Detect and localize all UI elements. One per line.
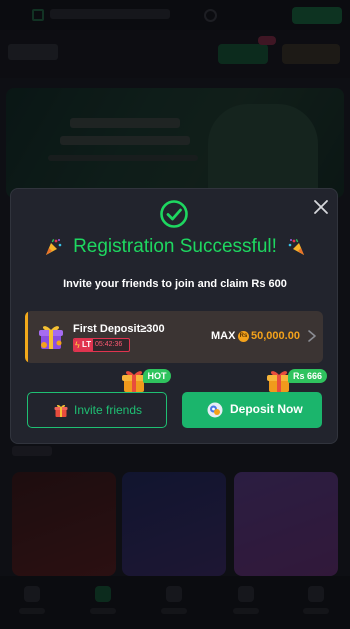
hot-badge: HOT bbox=[143, 369, 171, 383]
gift-box-icon bbox=[39, 326, 63, 349]
chevron-right-icon bbox=[308, 330, 316, 342]
close-icon bbox=[314, 200, 328, 214]
party-popper-icon bbox=[45, 239, 61, 255]
deposit-bonus-badge: Rs 666 bbox=[288, 369, 327, 383]
limited-time-badge: ϟ LT 05:42:36 bbox=[73, 338, 130, 352]
max-bonus-amount: 50,000.00 bbox=[251, 330, 300, 342]
modal-subtitle: Invite your friends to join and claim Rs… bbox=[63, 278, 287, 290]
deposit-now-label: Deposit Now bbox=[230, 402, 303, 416]
deposit-now-button[interactable]: Deposit Now bbox=[182, 392, 322, 428]
lightning-icon: ϟ bbox=[75, 340, 80, 350]
limited-time-label: LT bbox=[82, 340, 92, 349]
party-popper-icon bbox=[289, 239, 305, 255]
rs-coin-icon: Rs bbox=[238, 331, 249, 342]
close-button[interactable] bbox=[311, 197, 331, 217]
max-label: MAX bbox=[211, 330, 236, 342]
offer-title: First Deposit≥300 bbox=[73, 323, 165, 335]
check-circle-icon bbox=[160, 200, 188, 228]
offer-accent-bar bbox=[25, 311, 28, 363]
first-deposit-offer[interactable]: First Deposit≥300 ϟ LT 05:42:36 MAX Rs 5… bbox=[25, 311, 323, 363]
modal-title-row: Registration Successful! bbox=[11, 236, 339, 260]
modal-title: Registration Successful! bbox=[73, 236, 277, 257]
screen: Registration Successful! Invite your fri… bbox=[0, 0, 350, 629]
offer-countdown: 05:42:36 bbox=[95, 341, 123, 348]
invite-friends-button[interactable]: Invite friends bbox=[27, 392, 167, 428]
gift-icon bbox=[54, 405, 68, 417]
coin-stack-icon bbox=[207, 402, 223, 418]
registration-success-modal: Registration Successful! Invite your fri… bbox=[10, 188, 338, 444]
invite-friends-label: Invite friends bbox=[74, 403, 143, 417]
